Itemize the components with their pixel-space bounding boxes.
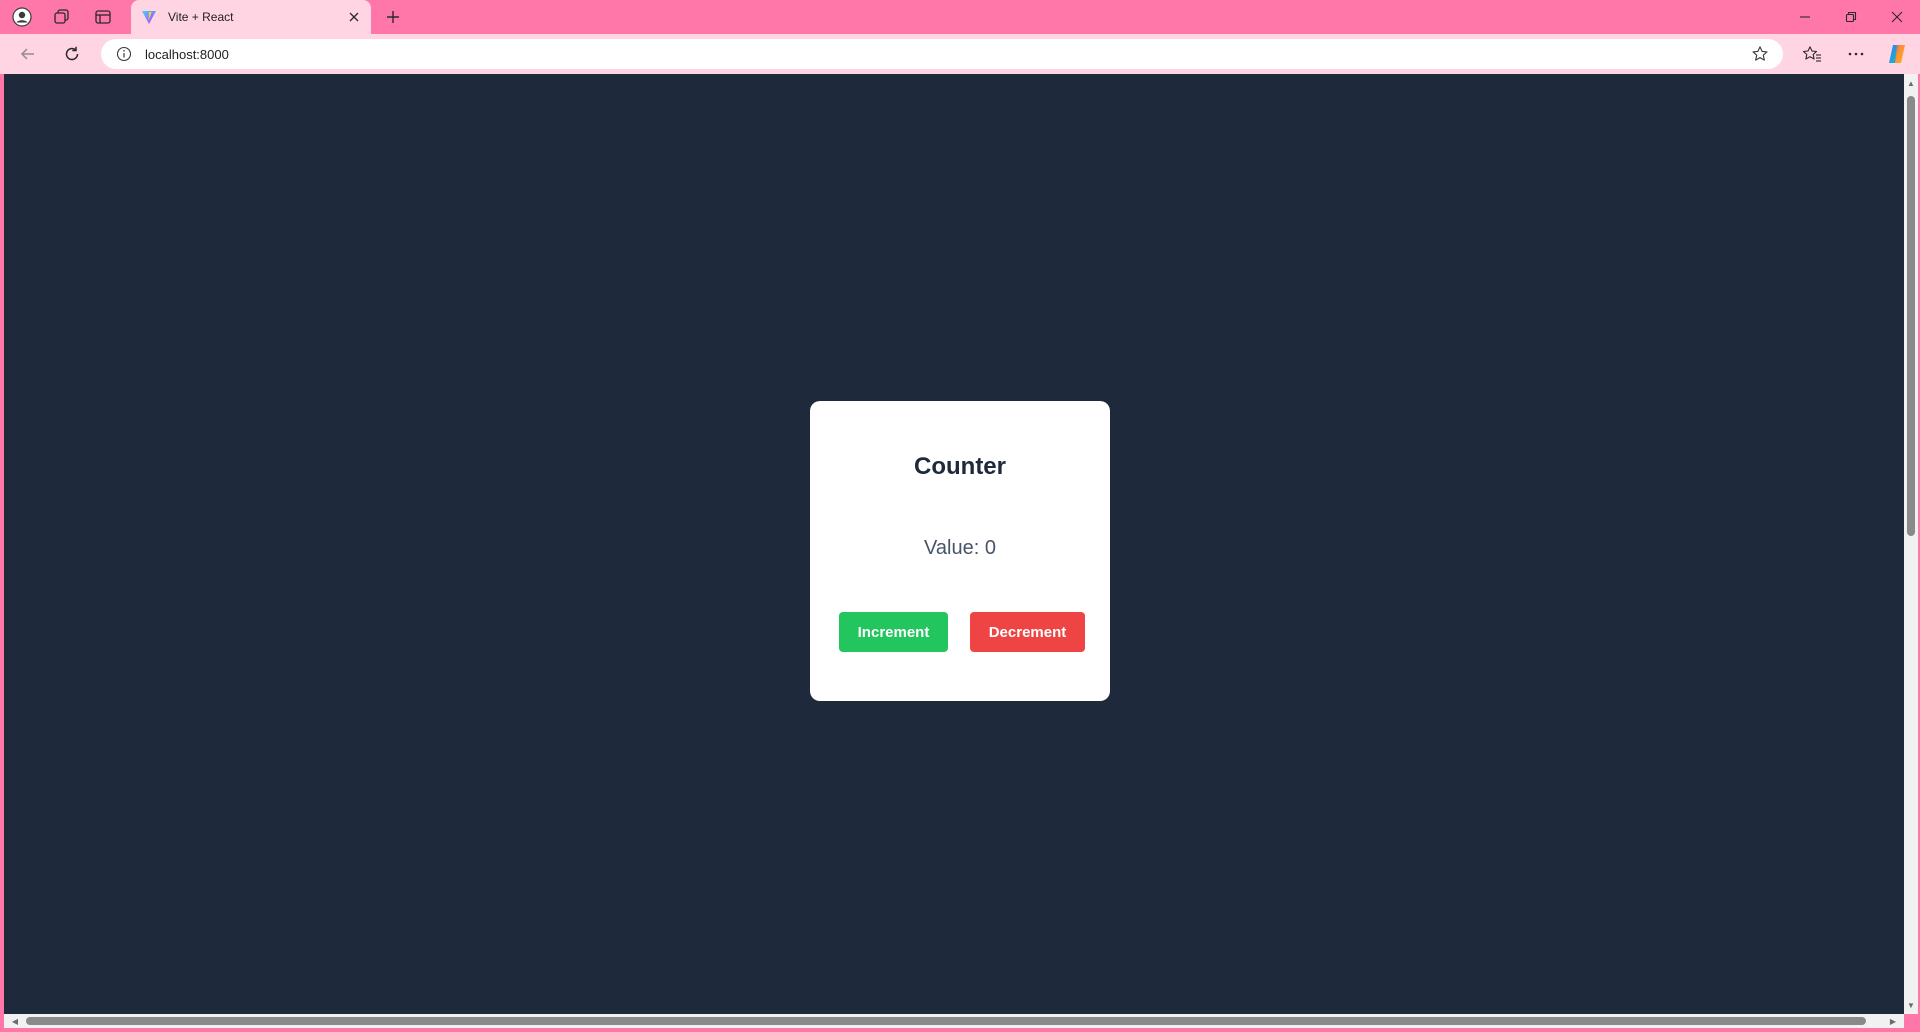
refresh-button[interactable]	[55, 38, 89, 70]
address-bar[interactable]: localhost:8000	[101, 39, 1783, 69]
scroll-up-icon[interactable]: ▲	[1904, 76, 1918, 90]
browser-window: Vite + React localhost:8000 Counter Valu…	[0, 0, 1920, 1032]
scroll-left-icon[interactable]: ◀	[8, 1014, 22, 1028]
info-icon[interactable]	[115, 45, 133, 63]
vertical-scrollbar[interactable]: ▲ ▼	[1904, 74, 1918, 1014]
tab-actions-button[interactable]	[86, 4, 120, 30]
profile-icon	[12, 7, 32, 27]
favorites-button[interactable]	[1795, 38, 1829, 70]
restore-icon	[1845, 11, 1857, 23]
url-text[interactable]: localhost:8000	[145, 47, 1745, 62]
restore-button[interactable]	[1828, 0, 1874, 34]
page-viewport: Counter Value: 0 Increment Decrement	[4, 74, 1904, 1014]
settings-menu-button[interactable]	[1839, 38, 1873, 70]
horizontal-scrollbar[interactable]: ◀ ▶	[4, 1014, 1904, 1028]
more-icon	[1847, 45, 1865, 63]
scroll-right-icon[interactable]: ▶	[1886, 1014, 1900, 1028]
refresh-icon	[63, 45, 81, 63]
profile-button[interactable]	[5, 4, 39, 30]
tab-title: Vite + React	[168, 10, 234, 24]
vite-logo-icon	[140, 8, 158, 26]
close-window-button[interactable]	[1874, 0, 1920, 34]
workspaces-button[interactable]	[45, 4, 79, 30]
minimize-button[interactable]	[1782, 0, 1828, 34]
back-button[interactable]	[11, 38, 45, 70]
increment-button[interactable]: Increment	[839, 612, 948, 652]
close-icon	[1891, 11, 1903, 23]
counter-card: Counter Value: 0 Increment Decrement	[810, 401, 1110, 701]
tab-actions-icon	[94, 8, 112, 26]
active-tab[interactable]: Vite + React	[131, 0, 371, 34]
minimize-icon	[1799, 11, 1811, 23]
scroll-down-icon[interactable]: ▼	[1904, 998, 1918, 1012]
copilot-button[interactable]	[1880, 38, 1914, 70]
decrement-button[interactable]: Decrement	[970, 612, 1085, 652]
star-icon	[1751, 45, 1769, 63]
vertical-scroll-thumb[interactable]	[1907, 96, 1915, 536]
workspaces-icon	[53, 8, 71, 26]
plus-icon	[386, 10, 400, 24]
close-icon	[349, 12, 359, 22]
browser-toolbar: localhost:8000	[0, 34, 1920, 74]
copilot-icon	[1886, 43, 1908, 65]
back-arrow-icon	[19, 45, 37, 63]
counter-title: Counter	[914, 453, 1006, 480]
tab-strip: Vite + React	[0, 0, 1920, 34]
new-tab-button[interactable]	[378, 4, 408, 30]
counter-value: Value: 0	[924, 537, 996, 559]
horizontal-scroll-thumb[interactable]	[26, 1017, 1866, 1025]
close-tab-button[interactable]	[343, 6, 365, 28]
favorites-icon	[1802, 45, 1822, 63]
add-favorite-button[interactable]	[1745, 39, 1775, 69]
